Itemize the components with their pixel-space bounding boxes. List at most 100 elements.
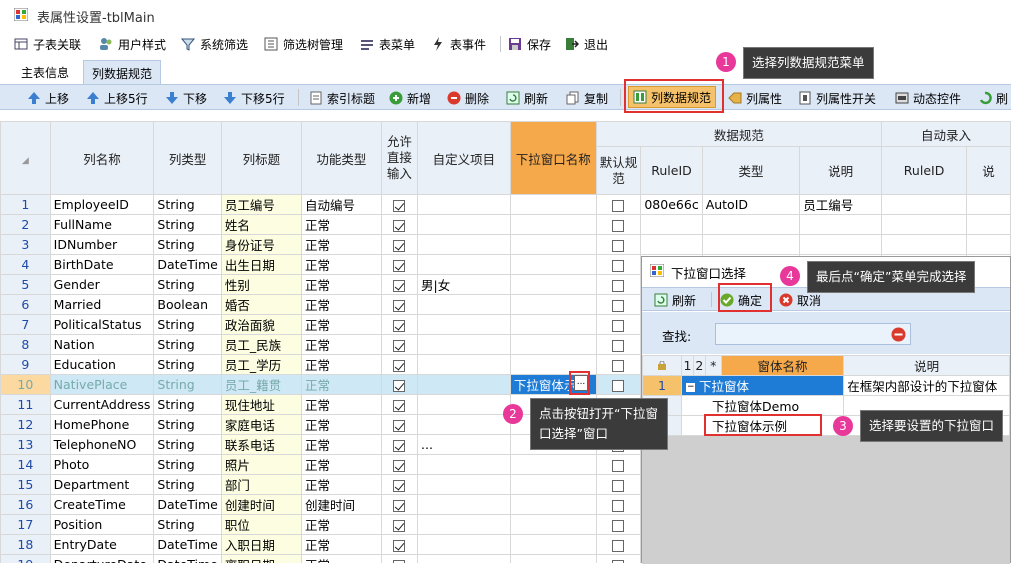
checkbox[interactable] bbox=[612, 359, 625, 372]
cell-default[interactable] bbox=[595, 274, 642, 295]
cell-custom[interactable] bbox=[417, 294, 511, 315]
cell-allowinput[interactable] bbox=[380, 434, 419, 455]
cell-allowinput[interactable] bbox=[380, 354, 419, 375]
cell-coltitle[interactable]: 联系电话 bbox=[220, 434, 303, 455]
cell-coltype[interactable]: String bbox=[153, 214, 222, 235]
cell-dropdown[interactable] bbox=[509, 234, 597, 255]
cell-colname[interactable]: DepartureDate bbox=[49, 554, 155, 563]
cell-ruledesc[interactable] bbox=[799, 234, 883, 255]
checkbox[interactable] bbox=[393, 339, 406, 352]
checkbox[interactable] bbox=[612, 499, 625, 512]
checkbox[interactable] bbox=[393, 379, 406, 392]
cell-custom[interactable] bbox=[417, 254, 511, 275]
cell-allowinput[interactable] bbox=[380, 514, 419, 535]
cell-colname[interactable]: NativePlace bbox=[49, 374, 155, 395]
cell-custom[interactable] bbox=[417, 374, 511, 395]
cell-coltype[interactable]: String bbox=[153, 274, 222, 295]
cell-dropdown[interactable] bbox=[509, 294, 597, 315]
collapse-icon[interactable]: − bbox=[686, 383, 696, 392]
cell-colname[interactable]: EntryDate bbox=[49, 534, 155, 555]
cell-custom[interactable] bbox=[417, 354, 511, 375]
cell-ruleid2[interactable] bbox=[881, 194, 968, 215]
checkbox[interactable] bbox=[393, 319, 406, 332]
cell-colname[interactable]: Nation bbox=[49, 334, 155, 355]
cell-colname[interactable]: IDNumber bbox=[49, 234, 155, 255]
tree-level-star[interactable]: * bbox=[704, 355, 722, 376]
checkbox[interactable] bbox=[612, 379, 625, 392]
cell-functype[interactable]: 正常 bbox=[301, 454, 382, 475]
row-number[interactable]: 14 bbox=[0, 454, 51, 475]
cell-coltype[interactable]: String bbox=[153, 374, 222, 395]
cell-default[interactable] bbox=[595, 294, 642, 315]
cell-dropdown[interactable] bbox=[509, 254, 597, 275]
cell-allowinput[interactable] bbox=[380, 474, 419, 495]
cell-functype[interactable]: 正常 bbox=[301, 334, 382, 355]
checkbox[interactable] bbox=[393, 219, 406, 232]
cell-custom[interactable] bbox=[417, 414, 511, 435]
cell-functype[interactable]: 正常 bbox=[301, 274, 382, 295]
checkbox[interactable] bbox=[612, 339, 625, 352]
row-number[interactable]: 2 bbox=[0, 214, 51, 235]
cell-coltitle[interactable]: 员工_籍贯 bbox=[220, 374, 303, 395]
cell-functype[interactable]: 正常 bbox=[301, 234, 382, 255]
refresh-button[interactable]: 刷新 bbox=[506, 89, 548, 107]
cell-colname[interactable]: TelephoneNO bbox=[49, 434, 155, 455]
checkbox[interactable] bbox=[612, 539, 625, 552]
cell-dropdown[interactable] bbox=[509, 514, 597, 535]
menu-subtable-link[interactable]: 子表关联 bbox=[14, 35, 81, 53]
move-up-button[interactable]: 上移 bbox=[27, 89, 69, 107]
header-coltype[interactable]: 列类型 bbox=[153, 121, 222, 195]
menu-table-menu[interactable]: 表菜单 bbox=[360, 35, 415, 53]
tab-main-info[interactable]: 主表信息 bbox=[13, 60, 78, 84]
checkbox[interactable] bbox=[393, 279, 406, 292]
cell-dropdown[interactable] bbox=[509, 334, 597, 355]
cell-colname[interactable]: Married bbox=[49, 294, 155, 315]
cell-functype[interactable]: 正常 bbox=[301, 214, 382, 235]
tree-level-2[interactable]: 2 bbox=[692, 355, 706, 376]
cell-colname[interactable]: HomePhone bbox=[49, 414, 155, 435]
checkbox[interactable] bbox=[612, 519, 625, 532]
cell-default[interactable] bbox=[595, 194, 642, 215]
cell-coltitle[interactable]: 创建时间 bbox=[220, 494, 303, 515]
cell-default[interactable] bbox=[595, 214, 642, 235]
checkbox[interactable] bbox=[393, 539, 406, 552]
cell-coltitle[interactable]: 现住地址 bbox=[220, 394, 303, 415]
cell-allowinput[interactable] bbox=[380, 454, 419, 475]
menu-filter-tree[interactable]: 筛选树管理 bbox=[264, 35, 343, 53]
row-number[interactable]: 18 bbox=[0, 534, 51, 555]
header-allowinput[interactable]: 允许直接输入 bbox=[380, 121, 419, 195]
cell-custom[interactable] bbox=[417, 334, 511, 355]
row-number[interactable]: 9 bbox=[0, 354, 51, 375]
column-property-switch-button[interactable]: 列属性开关 bbox=[798, 89, 876, 107]
cell-functype[interactable]: 正常 bbox=[301, 534, 382, 555]
checkbox[interactable] bbox=[612, 559, 625, 563]
cell-functype[interactable]: 正常 bbox=[301, 514, 382, 535]
checkbox[interactable] bbox=[612, 459, 625, 472]
cell-default[interactable] bbox=[595, 554, 642, 563]
cell-custom[interactable] bbox=[417, 194, 511, 215]
cell-default[interactable] bbox=[595, 354, 642, 375]
cell-colname[interactable]: Gender bbox=[49, 274, 155, 295]
checkbox[interactable] bbox=[393, 519, 406, 532]
cell-colname[interactable]: Department bbox=[49, 474, 155, 495]
cell-ruletype[interactable] bbox=[701, 234, 801, 255]
dialog-cancel-button[interactable]: 取消 bbox=[779, 291, 821, 309]
row-number[interactable]: 3 bbox=[0, 234, 51, 255]
row-number[interactable]: 10 bbox=[0, 374, 51, 395]
header-colname[interactable]: 列名称 bbox=[49, 121, 155, 195]
cell-functype[interactable]: 正常 bbox=[301, 434, 382, 455]
cell-custom[interactable] bbox=[417, 314, 511, 335]
checkbox[interactable] bbox=[393, 359, 406, 372]
cell-coltype[interactable]: String bbox=[153, 394, 222, 415]
menu-system-filter[interactable]: 系统筛选 bbox=[180, 35, 248, 53]
cell-colname[interactable]: PoliticalStatus bbox=[49, 314, 155, 335]
header-type[interactable]: 类型 bbox=[701, 146, 801, 195]
cell-coltype[interactable]: String bbox=[153, 194, 222, 215]
row-number[interactable]: 17 bbox=[0, 514, 51, 535]
cell-allowinput[interactable] bbox=[380, 234, 419, 255]
checkbox[interactable] bbox=[393, 459, 406, 472]
cell-default[interactable] bbox=[595, 334, 642, 355]
cell-functype[interactable]: 正常 bbox=[301, 394, 382, 415]
cell-dropdown[interactable] bbox=[509, 494, 597, 515]
cell-coltype[interactable]: String bbox=[153, 234, 222, 255]
